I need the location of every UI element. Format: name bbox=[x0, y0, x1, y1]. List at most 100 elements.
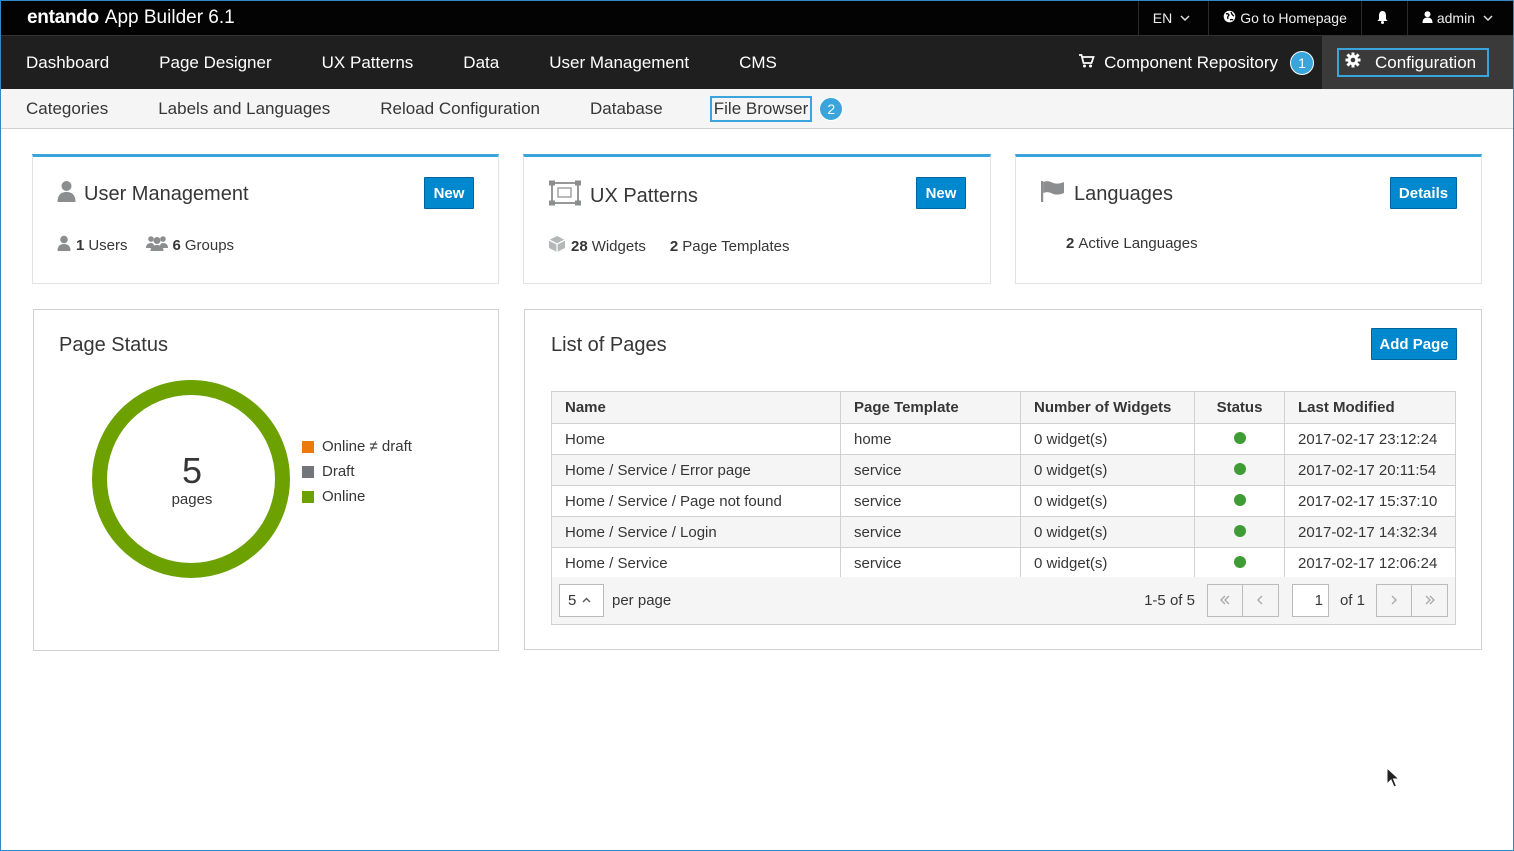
configuration-label: Configuration bbox=[1375, 52, 1477, 72]
ux-patterns-title: UX Patterns bbox=[590, 184, 698, 207]
cell-template: service bbox=[840, 547, 1021, 579]
nav-item-component-repository[interactable]: Component Repository bbox=[1078, 53, 1278, 73]
nav-item-dashboard[interactable]: Dashboard bbox=[26, 53, 109, 73]
status-online-icon bbox=[1233, 555, 1246, 568]
cell-widgets: 0 widget(s) bbox=[1020, 454, 1195, 486]
cell-template: service bbox=[840, 454, 1021, 486]
table-row[interactable]: Home / Service / Page not found service … bbox=[551, 485, 1456, 517]
cell-status bbox=[1194, 454, 1285, 486]
nav-item-page-designer[interactable]: Page Designer bbox=[159, 53, 271, 73]
language-label: EN bbox=[1152, 10, 1173, 26]
status-online-icon bbox=[1233, 462, 1246, 475]
cell-modified: 2017-02-17 12:06:24 bbox=[1284, 547, 1456, 579]
notifications-button[interactable] bbox=[1360, 1, 1407, 35]
cell-modified: 2017-02-17 23:12:24 bbox=[1284, 423, 1456, 455]
subnav-item-labels-languages[interactable]: Labels and Languages bbox=[158, 99, 330, 119]
main-nav: Dashboard Page Designer UX Patterns Data… bbox=[1, 35, 1513, 90]
subnav-item-database[interactable]: Database bbox=[590, 99, 663, 119]
users-label: Users bbox=[88, 236, 128, 254]
column-header-status[interactable]: Status bbox=[1194, 391, 1285, 424]
cell-name: Home bbox=[551, 423, 841, 455]
first-page-button[interactable] bbox=[1206, 584, 1243, 617]
subnav-item-reload-configuration[interactable]: Reload Configuration bbox=[380, 99, 540, 119]
list-of-pages-title: List of Pages bbox=[551, 334, 667, 356]
globe-icon bbox=[1223, 10, 1240, 26]
table-row[interactable]: Home / Service service 0 widget(s) 2017-… bbox=[551, 547, 1456, 579]
mouse-pointer-icon bbox=[1386, 766, 1401, 794]
legend-label: Online bbox=[322, 488, 366, 505]
table-row[interactable]: Home / Service / Error page service 0 wi… bbox=[551, 454, 1456, 486]
cell-status bbox=[1194, 423, 1285, 455]
subnav-item-file-browser[interactable]: File Browser bbox=[709, 95, 813, 122]
pagination-bar: 5 per page 1-5 of 5 1 of 1 bbox=[551, 577, 1456, 625]
legend-label: Draft bbox=[322, 463, 355, 480]
step-badge-1: 1 bbox=[1290, 50, 1314, 75]
card-title: Languages bbox=[1040, 180, 1173, 208]
groups-count: 6 bbox=[172, 236, 181, 254]
language-dropdown[interactable]: EN bbox=[1137, 1, 1208, 35]
last-page-button[interactable] bbox=[1412, 584, 1448, 617]
user-menu[interactable]: admin bbox=[1406, 1, 1513, 35]
double-chevron-right-icon bbox=[1424, 592, 1436, 610]
cell-name: Home / Service / Error page bbox=[551, 454, 841, 486]
component-repository-label: Component Repository bbox=[1104, 52, 1278, 72]
sub-nav: Categories Labels and Languages Reload C… bbox=[1, 89, 1513, 129]
nav-item-cms[interactable]: CMS bbox=[739, 53, 777, 73]
brand[interactable]: entando App Builder 6.1 bbox=[27, 7, 235, 29]
nav-item-data[interactable]: Data bbox=[463, 53, 499, 73]
app-title: App Builder 6.1 bbox=[104, 7, 235, 28]
go-to-homepage-link[interactable]: Go to Homepage bbox=[1208, 1, 1361, 35]
entando-logo: entando bbox=[27, 7, 99, 28]
cell-modified: 2017-02-17 15:37:10 bbox=[1284, 485, 1456, 517]
new-user-button[interactable]: New bbox=[424, 177, 474, 209]
configuration-highlight: Configuration bbox=[1337, 48, 1490, 77]
status-online-icon bbox=[1233, 524, 1246, 537]
cell-name: Home / Service / Login bbox=[551, 516, 841, 548]
column-header-widgets[interactable]: Number of Widgets bbox=[1020, 391, 1195, 424]
pages-table: Name Page Template Number of Widgets Sta… bbox=[551, 391, 1456, 579]
ux-stats: 28 Widgets 2 Page Templates bbox=[548, 235, 808, 257]
cell-template: service bbox=[840, 516, 1021, 548]
column-header-last-modified[interactable]: Last Modified bbox=[1284, 391, 1456, 424]
chevron-right-icon bbox=[1390, 592, 1398, 610]
page-number-input[interactable]: 1 bbox=[1291, 584, 1329, 617]
page-templates-label: Page Templates bbox=[682, 237, 790, 255]
legend-item-online[interactable]: Online bbox=[302, 484, 412, 509]
users-count: 1 bbox=[76, 236, 85, 254]
legend-swatch bbox=[302, 465, 314, 478]
new-ux-pattern-button[interactable]: New bbox=[916, 177, 966, 209]
widgets-count: 28 bbox=[571, 237, 588, 255]
legend-swatch bbox=[302, 490, 314, 503]
status-online-icon bbox=[1233, 431, 1246, 444]
page-templates-stat: 2 Page Templates bbox=[670, 238, 790, 255]
active-languages-stat: 2 Active Languages bbox=[1066, 235, 1198, 252]
languages-details-button[interactable]: Details bbox=[1390, 177, 1457, 209]
step-badge-2: 2 bbox=[819, 96, 844, 121]
table-row[interactable]: Home home 0 widget(s) 2017-02-17 23:12:2… bbox=[551, 423, 1456, 455]
user-icon bbox=[57, 180, 84, 208]
per-page-select[interactable]: 5 bbox=[559, 584, 604, 617]
next-page-button[interactable] bbox=[1376, 584, 1412, 617]
legend-item-online-draft[interactable]: Online ≠ draft bbox=[302, 434, 412, 459]
nav-item-configuration[interactable]: Configuration bbox=[1322, 35, 1513, 90]
table-row[interactable]: Home / Service / Login service 0 widget(… bbox=[551, 516, 1456, 548]
page-status-panel: Page Status 5 pages Online ≠ draft Draft… bbox=[33, 309, 499, 651]
cell-name: Home / Service bbox=[551, 547, 841, 579]
column-header-name[interactable]: Name bbox=[551, 391, 841, 424]
subnav-item-categories[interactable]: Categories bbox=[26, 99, 108, 119]
nav-item-ux-patterns[interactable]: UX Patterns bbox=[322, 53, 414, 73]
user-management-title: User Management bbox=[84, 182, 249, 205]
active-languages-count: 2 bbox=[1066, 235, 1075, 252]
legend-item-draft[interactable]: Draft bbox=[302, 459, 412, 484]
nav-item-user-management[interactable]: User Management bbox=[549, 53, 689, 73]
cell-status bbox=[1194, 547, 1285, 579]
add-page-button[interactable]: Add Page bbox=[1371, 328, 1457, 360]
flag-icon bbox=[1040, 180, 1074, 208]
legend-label: Online ≠ draft bbox=[322, 438, 412, 455]
top-bar: entando App Builder 6.1 EN Go to Homepag… bbox=[1, 1, 1513, 35]
languages-card: Languages Details 2 Active Languages bbox=[1015, 154, 1482, 284]
column-header-page-template[interactable]: Page Template bbox=[840, 391, 1021, 424]
double-chevron-left-icon bbox=[1219, 592, 1231, 610]
legend-swatch bbox=[302, 440, 314, 453]
previous-page-button[interactable] bbox=[1242, 584, 1279, 617]
